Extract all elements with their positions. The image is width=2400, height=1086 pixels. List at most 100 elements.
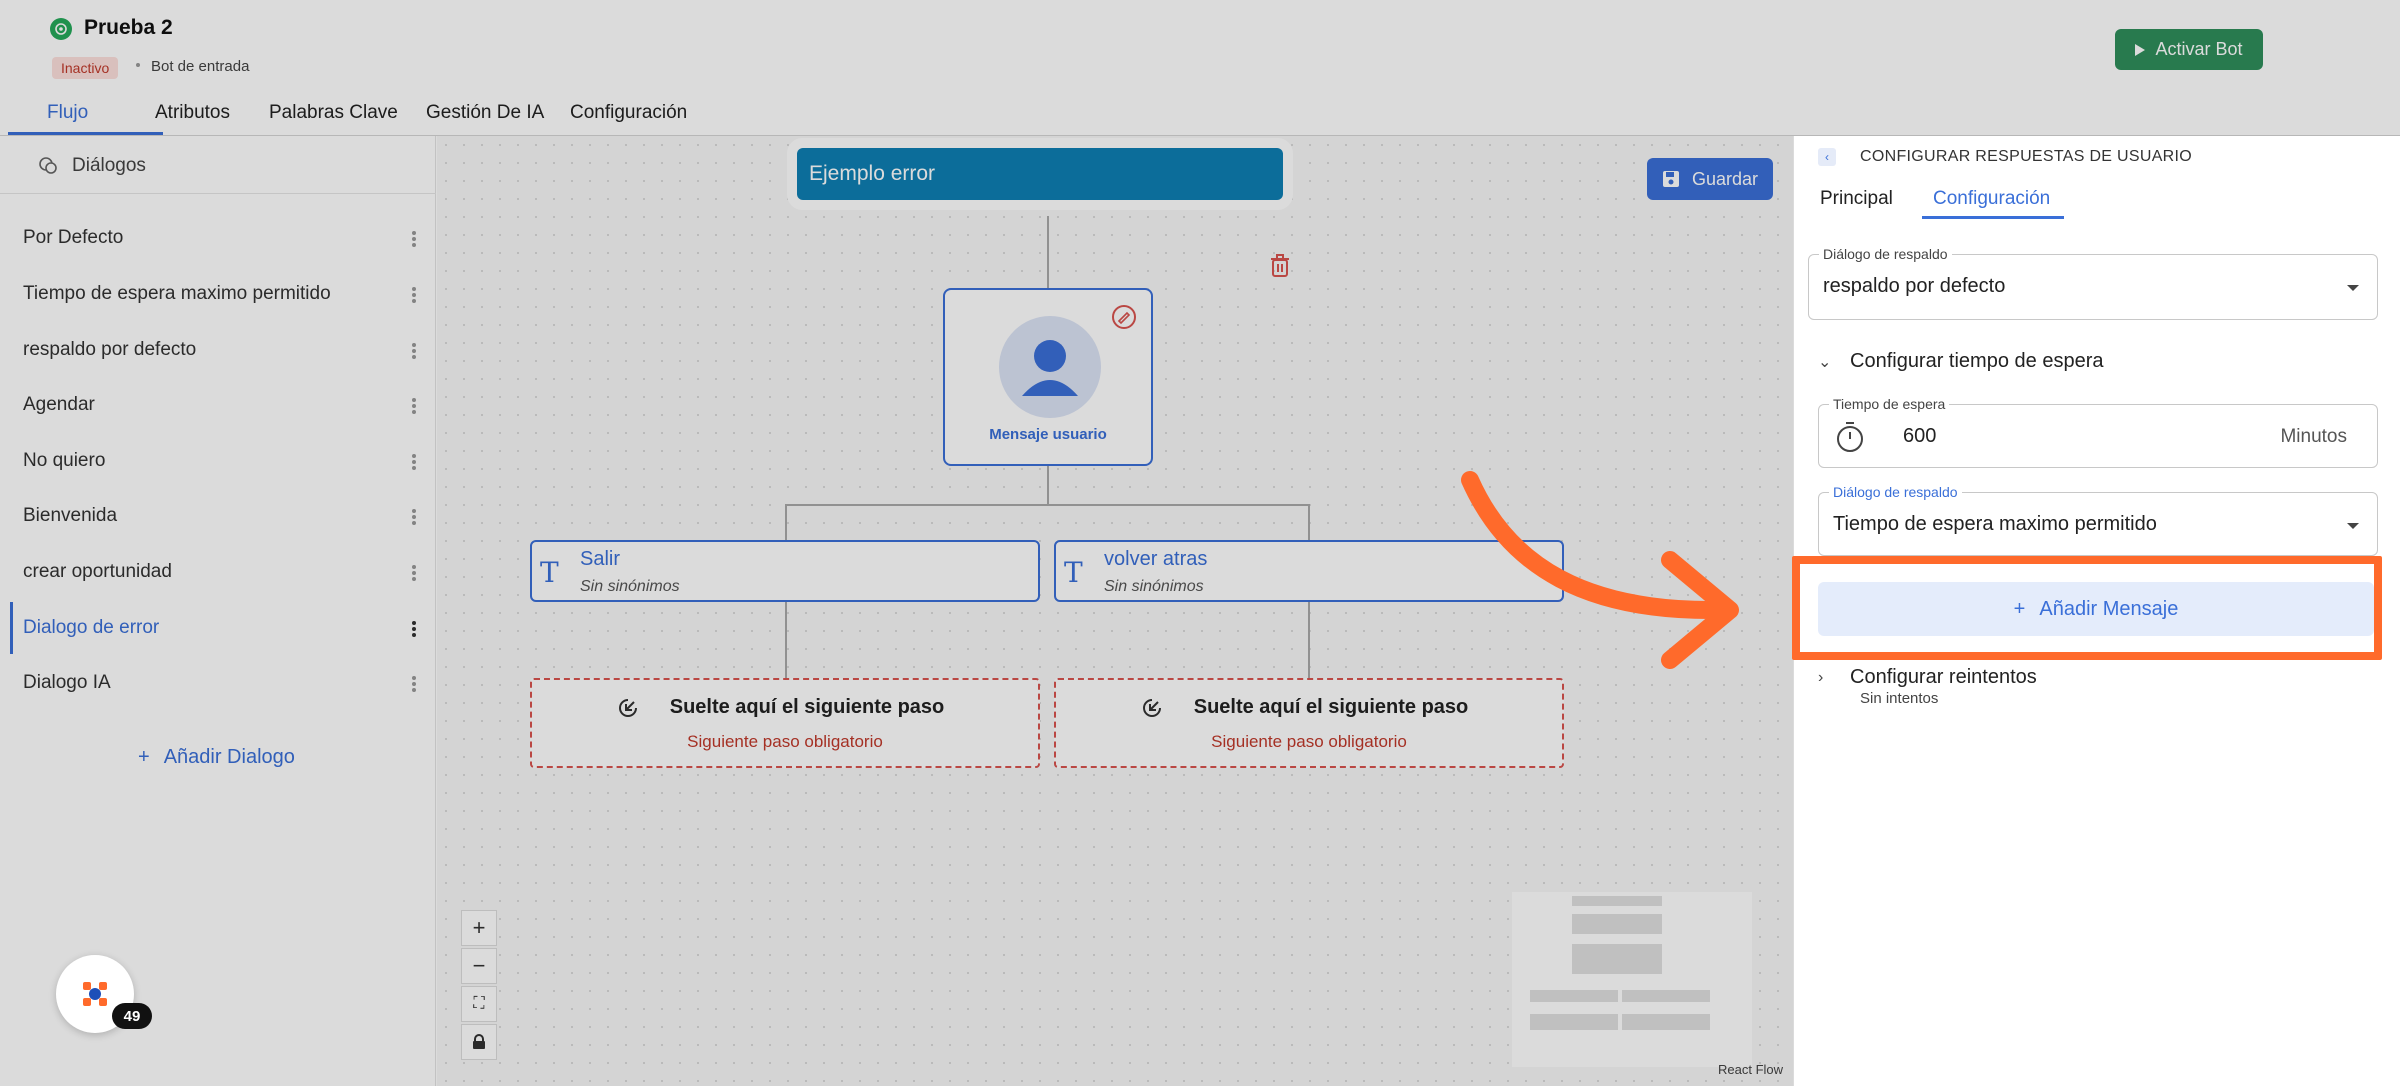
- sidebar-item[interactable]: No quiero: [10, 435, 426, 487]
- tab-atributos[interactable]: Atributos: [155, 102, 230, 124]
- kebab-menu-icon[interactable]: [412, 621, 416, 637]
- trash-icon[interactable]: [1270, 254, 1290, 278]
- minimap-node: [1572, 914, 1662, 934]
- tab-palabras-clave[interactable]: Palabras Clave: [269, 102, 398, 124]
- chevron-right-icon: ›: [1818, 668, 1824, 686]
- save-button[interactable]: Guardar: [1647, 158, 1773, 200]
- sidebar-item[interactable]: crear oportunidad: [10, 546, 426, 598]
- save-label: Guardar: [1691, 168, 1759, 189]
- zoom-out-icon[interactable]: −: [461, 948, 497, 984]
- sidebar-item-label: Por Defecto: [23, 227, 124, 248]
- retries-section-header[interactable]: › Configurar reintentos: [1818, 666, 2037, 689]
- tutorial-arrow-icon: [1461, 471, 1739, 669]
- dialog-sidebar: Diálogos Por Defecto Tiempo de espera ma…: [0, 136, 436, 1086]
- add-message-button[interactable]: + Añadir Mensaje: [1818, 582, 2374, 636]
- retries-subtitle: Sin intentos: [1860, 690, 1939, 707]
- fit-view-icon[interactable]: ⛶: [461, 986, 497, 1022]
- sidebar-item-label: respaldo por defecto: [23, 339, 197, 360]
- zoom-in-icon[interactable]: +: [461, 910, 497, 946]
- connector-line: [1308, 602, 1310, 678]
- connector-line: [785, 602, 787, 678]
- chat-icon: [39, 157, 57, 174]
- sidebar-item[interactable]: Por Defecto: [10, 212, 426, 264]
- tab-configuracion[interactable]: Configuración: [570, 102, 687, 124]
- floppy-disk-icon: [1662, 171, 1679, 187]
- option-node[interactable]: T Salir Sin sinónimos: [530, 540, 1040, 602]
- chevron-down-icon: [2347, 523, 2359, 529]
- kebab-menu-icon[interactable]: [412, 398, 416, 414]
- minimap[interactable]: [1512, 892, 1752, 1067]
- field-value: respaldo por defecto: [1823, 275, 2006, 297]
- tab-flujo[interactable]: Flujo: [47, 102, 88, 124]
- sidebar-item-label: Tiempo de espera maximo permitido: [23, 283, 331, 304]
- activate-bot-button[interactable]: Activar Bot: [2115, 29, 2263, 70]
- minimap-node: [1572, 896, 1662, 906]
- sidebar-item-label: No quiero: [23, 450, 106, 471]
- timeout-input[interactable]: Tiempo de espera 600 Minutos: [1818, 396, 2378, 468]
- timeout-section-header[interactable]: ⌄ Configurar tiempo de espera: [1818, 350, 2103, 373]
- add-message-label: Añadir Mensaje: [2039, 597, 2179, 620]
- kebab-menu-icon[interactable]: [412, 231, 416, 247]
- sidebar-title: Diálogos: [72, 155, 146, 176]
- play-icon: [2135, 43, 2146, 56]
- sidebar-item[interactable]: Agendar: [10, 379, 426, 431]
- add-dialog-button[interactable]: + Añadir Dialogo: [138, 746, 295, 769]
- kebab-menu-icon[interactable]: [412, 565, 416, 581]
- minimap-node: [1622, 1014, 1710, 1030]
- minimap-node: [1530, 990, 1618, 1002]
- sidebar-item-active[interactable]: Dialogo de error: [10, 602, 426, 654]
- timeout-fallback-select[interactable]: Diálogo de respaldo Tiempo de espera max…: [1818, 484, 2378, 556]
- collapse-icon[interactable]: ‹: [1818, 148, 1836, 166]
- kebab-menu-icon[interactable]: [412, 287, 416, 303]
- drop-zone-subtitle: Siguiente paso obligatorio: [1211, 732, 1407, 751]
- field-legend: Tiempo de espera: [1829, 396, 1950, 412]
- user-message-node[interactable]: Mensaje usuario: [943, 288, 1153, 466]
- activate-bot-label: Activar Bot: [2155, 39, 2243, 59]
- option-label: Salir: [580, 548, 621, 570]
- text-type-icon: T: [1064, 556, 1083, 589]
- sidebar-item[interactable]: respaldo por defecto: [10, 324, 426, 376]
- chevron-down-icon: ⌄: [1818, 353, 1832, 371]
- user-message-label: Mensaje usuario: [989, 426, 1107, 443]
- section-title: Configurar tiempo de espera: [1850, 350, 2104, 372]
- lock-icon[interactable]: [461, 1024, 497, 1060]
- drop-zone-title: Suelte aquí el siguiente paso: [1193, 696, 1469, 718]
- bot-title: Prueba 2: [84, 16, 173, 39]
- dialog-title-node[interactable]: Ejemplo error: [797, 148, 1283, 200]
- kebab-menu-icon[interactable]: [412, 343, 416, 359]
- kebab-menu-icon[interactable]: [412, 454, 416, 470]
- tab-configuracion-panel[interactable]: Configuración: [1933, 188, 2050, 210]
- sidebar-item[interactable]: Bienvenida: [10, 490, 426, 542]
- chevron-down-icon: [2347, 285, 2359, 291]
- option-label: volver atras: [1104, 548, 1208, 570]
- field-legend: Diálogo de respaldo: [1819, 246, 1952, 262]
- edit-circle-icon[interactable]: [1111, 304, 1137, 330]
- minimap-node: [1530, 1014, 1618, 1030]
- drop-zone[interactable]: Suelte aquí el siguiente paso Siguiente …: [1054, 678, 1564, 768]
- sidebar-item[interactable]: Dialogo IA: [10, 657, 426, 709]
- sidebar-item[interactable]: Tiempo de espera maximo permitido: [10, 268, 426, 320]
- drop-zone-title: Suelte aquí el siguiente paso: [669, 696, 945, 718]
- fallback-dialog-select[interactable]: Diálogo de respaldo respaldo por defecto: [1808, 246, 2378, 320]
- kebab-menu-icon[interactable]: [412, 676, 416, 692]
- stopwatch-icon: [1837, 422, 1863, 452]
- section-title: Configurar reintentos: [1850, 666, 2037, 688]
- kebab-menu-icon[interactable]: [412, 509, 416, 525]
- text-type-icon: T: [540, 556, 559, 589]
- status-badge: Inactivo: [52, 57, 119, 79]
- plus-icon: +: [138, 746, 150, 768]
- connector-line: [1047, 466, 1049, 506]
- drop-zone[interactable]: Suelte aquí el siguiente paso Siguiente …: [530, 678, 1040, 768]
- timeout-value: 600: [1903, 425, 1937, 447]
- plus-icon: +: [2013, 597, 2026, 620]
- tab-principal[interactable]: Principal: [1820, 188, 1893, 210]
- connector-line: [1047, 216, 1049, 288]
- sidebar-header: Diálogos: [0, 136, 436, 194]
- tab-gestion-ia[interactable]: Gestión De IA: [426, 102, 544, 124]
- notification-badge: 49: [112, 1003, 152, 1029]
- react-flow-attribution[interactable]: React Flow: [1718, 1062, 1783, 1077]
- whatsapp-icon: [50, 18, 72, 40]
- connector-line: [785, 504, 787, 540]
- field-value: Tiempo de espera maximo permitido: [1833, 513, 2157, 535]
- app-logo-icon: [83, 982, 107, 1006]
